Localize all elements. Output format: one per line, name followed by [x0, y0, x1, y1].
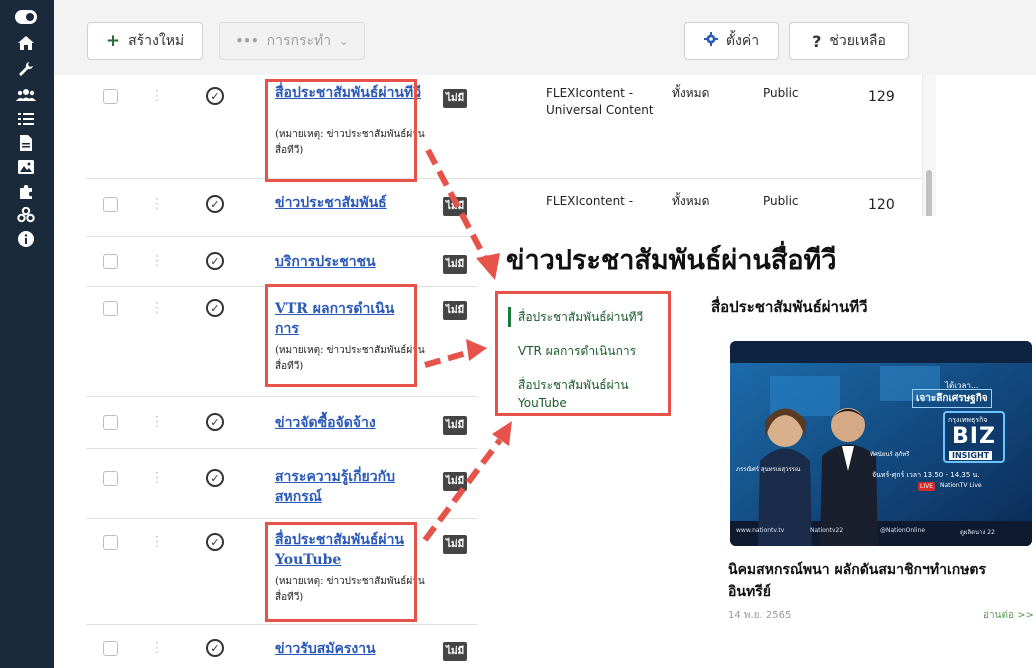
thumbnail-footer-online: @NationOnline — [880, 527, 926, 534]
published-check-icon[interactable]: ✓ — [206, 413, 224, 431]
toggle-icon[interactable] — [13, 6, 39, 28]
drag-handle-icon[interactable]: ⋮ — [150, 471, 164, 485]
list-icon[interactable] — [13, 108, 39, 130]
components-icon[interactable] — [13, 204, 39, 226]
drag-handle-icon[interactable]: ⋮ — [150, 197, 164, 211]
language-badge: ไม่มี — [443, 535, 468, 554]
access-level: Public — [763, 86, 799, 100]
gear-icon — [703, 32, 718, 50]
language-badge: ไม่มี — [443, 255, 468, 274]
drag-handle-icon[interactable]: ⋮ — [150, 254, 164, 268]
news-card-date: 14 พ.ย. 2565 — [728, 610, 792, 621]
thumbnail-host-name: ภรรณิศร์ สุนทรเยสุวรรณ — [736, 466, 801, 473]
actions-dropdown[interactable]: ••• การกระทำ ⌄ — [219, 22, 365, 60]
biz-insight-logo: กรุงเทพธุรกิจ BIZ INSIGHT — [943, 411, 1005, 463]
hits-count: 129 — [868, 89, 895, 105]
language-badge: ไม่มี — [443, 416, 468, 435]
content-type: FLEXIcontent - — [546, 194, 634, 208]
preview-heading: ข่าวประชาสัมพันธ์ผ่านสื่อทีวี — [506, 245, 837, 276]
hits-count: 120 — [868, 197, 895, 213]
row-checkbox[interactable] — [103, 301, 118, 316]
preview-section-title: สื่อประชาสัมพันธ์ผ่านทีวี — [711, 298, 868, 316]
preview-menu: สื่อประชาสัมพันธ์ผ่านทีวี VTR ผลการดำเนิ… — [495, 291, 671, 416]
question-icon: ? — [812, 31, 822, 51]
sidebar — [0, 0, 54, 668]
drag-handle-icon[interactable]: ⋮ — [150, 89, 164, 103]
help-button[interactable]: ? ช่วยเหลือ — [789, 22, 909, 60]
drag-handle-icon[interactable]: ⋮ — [150, 641, 164, 655]
news-card-title[interactable]: นิคมสหกรณ์พนา ผลักดันสมาชิกฯทำเกษตรอินทร… — [728, 559, 1028, 603]
wrench-icon[interactable] — [13, 58, 39, 80]
new-button[interactable]: + สร้างใหม่ — [87, 22, 203, 60]
active-menu-indicator — [508, 307, 511, 327]
plus-icon: + — [105, 31, 121, 51]
row-checkbox[interactable] — [103, 641, 118, 656]
puzzle-icon[interactable] — [13, 180, 39, 202]
published-check-icon[interactable]: ✓ — [206, 87, 224, 105]
settings-button[interactable]: ตั้งค่า — [684, 22, 779, 60]
published-check-icon[interactable]: ✓ — [206, 533, 224, 551]
table-row[interactable]: ⋮ ✓ สื่อประชาสัมพันธ์ผ่านทีวี (หมายเหตุ:… — [86, 75, 922, 179]
users-icon[interactable] — [13, 84, 39, 106]
biz-insight-logo-text: BIZ — [952, 424, 996, 449]
settings-button-label: ตั้งค่า — [725, 33, 760, 49]
row-title-link[interactable]: ข่าวประชาสัมพันธ์ — [275, 193, 435, 213]
published-check-icon[interactable]: ✓ — [206, 195, 224, 213]
row-checkbox[interactable] — [103, 471, 118, 486]
thumbnail-footer-site: www.nationtv.tv — [736, 527, 785, 534]
image-icon[interactable] — [13, 156, 39, 178]
language-badge: ไม่มี — [443, 472, 468, 491]
drag-handle-icon[interactable]: ⋮ — [150, 415, 164, 429]
ellipsis-icon: ••• — [235, 34, 259, 48]
row-title-link[interactable]: บริการประชาชน — [275, 252, 425, 272]
thumbnail-live-channel: NationTV Live — [940, 482, 982, 489]
row-checkbox[interactable] — [103, 415, 118, 430]
access-all: ทั้งหมด — [672, 86, 710, 100]
info-icon[interactable] — [13, 228, 39, 250]
language-badge: ไม่มี — [443, 642, 468, 661]
thumbnail-host-name: ทัศนัยนร์ สุภัทรี — [870, 451, 910, 458]
home-icon[interactable] — [13, 32, 39, 54]
preview-menu-item[interactable]: VTR ผลการดำเนินการ — [518, 342, 668, 360]
website-preview: ข่าวประชาสัมพันธ์ผ่านสื่อทีวี สื่อประชาส… — [478, 216, 1036, 668]
actions-dropdown-label: การกระทำ — [266, 33, 332, 49]
thumbnail-footer-channel: ดูผลิตนาง 22 — [960, 529, 995, 536]
published-check-icon[interactable]: ✓ — [206, 252, 224, 270]
content-type: FLEXIcontent - Universal Content — [546, 86, 654, 117]
published-check-icon[interactable]: ✓ — [206, 299, 224, 317]
language-badge: ไม่มี — [443, 197, 468, 216]
read-more-link[interactable]: อ่านต่อ >> — [983, 608, 1034, 623]
news-thumbnail[interactable]: ได้เวลา... เจาะลึกเศรษฐกิจ กรุงเทพธุรกิจ… — [730, 341, 1032, 546]
row-title-link[interactable]: สาระความรู้เกี่ยวกับสหกรณ์ — [275, 467, 415, 507]
row-checkbox[interactable] — [103, 197, 118, 212]
thumbnail-tagline-main: เจาะลึกเศรษฐกิจ — [912, 389, 992, 408]
annotation-box — [265, 284, 417, 387]
help-button-label: ช่วยเหลือ — [829, 33, 886, 49]
published-check-icon[interactable]: ✓ — [206, 639, 224, 657]
annotation-box — [265, 79, 417, 182]
preview-menu-item[interactable]: สื่อประชาสัมพันธ์ผ่านทีวี — [518, 308, 668, 326]
published-check-icon[interactable]: ✓ — [206, 469, 224, 487]
new-button-label: สร้างใหม่ — [128, 33, 185, 49]
access-level: Public — [763, 194, 799, 208]
annotation-box — [265, 522, 417, 622]
drag-handle-icon[interactable]: ⋮ — [150, 535, 164, 549]
drag-handle-icon[interactable]: ⋮ — [150, 301, 164, 315]
row-title-link[interactable]: ข่าวรับสมัครงาน — [275, 639, 425, 659]
toolbar: + สร้างใหม่ ••• การกระทำ ⌄ ตั้งค่า ? ช่ว… — [54, 0, 1036, 75]
chevron-down-icon: ⌄ — [339, 34, 349, 48]
row-checkbox[interactable] — [103, 254, 118, 269]
thumbnail-live-badge: LIVE — [918, 482, 936, 491]
preview-menu-item[interactable]: สื่อประชาสัมพันธ์ผ่าน YouTube — [518, 376, 658, 412]
language-badge: ไม่มี — [443, 301, 468, 320]
language-badge: ไม่มี — [443, 89, 468, 108]
row-checkbox[interactable] — [103, 89, 118, 104]
thumbnail-schedule: จันทร์-ศุกร์ เวลา 13.50 - 14.35 น. — [872, 471, 980, 479]
biz-insight-logo-sub: INSIGHT — [949, 451, 993, 460]
row-title-link[interactable]: ข่าวจัดซื้อจัดจ้าง — [275, 413, 425, 433]
row-checkbox[interactable] — [103, 535, 118, 550]
access-all: ทั้งหมด — [672, 194, 710, 208]
file-icon[interactable] — [13, 132, 39, 154]
thumbnail-footer-social: Nationtv22 — [810, 527, 844, 534]
